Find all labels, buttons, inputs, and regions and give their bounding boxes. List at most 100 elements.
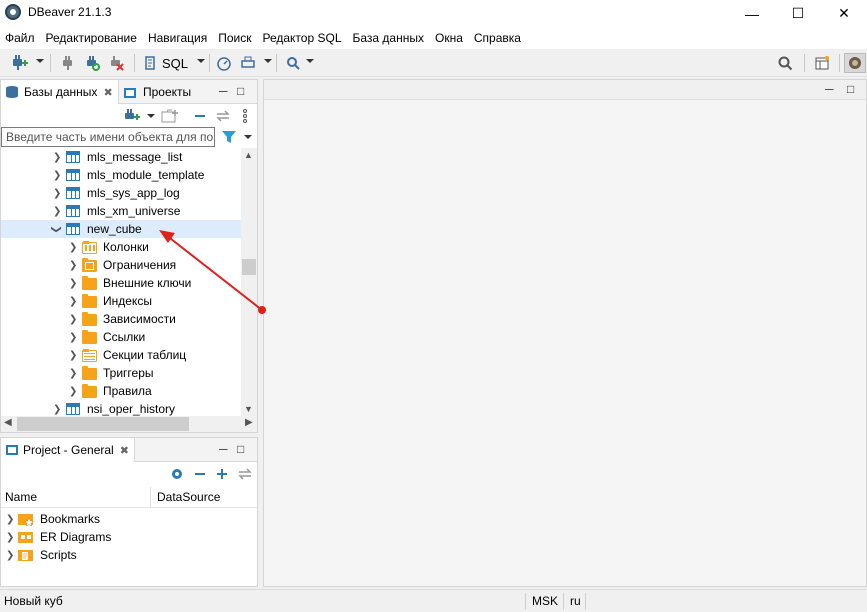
chevron-right-icon[interactable]: ❯ [53,206,61,217]
menu-file[interactable]: Файл [0,27,41,49]
chevron-right-icon[interactable]: ❯ [53,170,61,181]
tree-item-rules[interactable]: ❯ Правила [1,382,241,400]
search-tool-dropdown[interactable] [306,59,314,63]
navigator-tree: ❯ mls_message_list ❯ mls_module_template… [1,148,241,418]
disconnect-button[interactable] [106,53,126,73]
plug-disconnect-icon [111,56,124,71]
scroll-up-icon[interactable]: ▲ [244,150,253,160]
chevron-right-icon[interactable]: ❯ [69,386,77,397]
sql-editor-dropdown[interactable] [197,59,205,63]
global-search-button[interactable] [775,53,795,73]
tree-item-mls-xm-universe[interactable]: ❯ mls_xm_universe [1,202,241,220]
minimize-icon[interactable]: ─ [219,84,228,98]
maximize-icon[interactable]: □ [847,82,854,96]
scroll-down-icon[interactable]: ▼ [244,404,253,414]
chevron-right-icon[interactable]: ❯ [69,332,77,343]
tree-item-mls-module-template[interactable]: ❯ mls_module_template [1,166,241,184]
invalidate-reconnect-button[interactable] [82,53,102,73]
tree-item-indexes[interactable]: ❯ Индексы [1,292,241,310]
tree-item-mls-message-list[interactable]: ❯ mls_message_list [1,148,241,166]
chevron-right-icon[interactable]: ❯ [69,314,77,325]
menu-navigate[interactable]: Навигация [143,27,213,49]
chevron-right-icon[interactable]: ❯ [6,514,14,525]
menu-edit[interactable]: Редактирование [41,27,143,49]
chevron-right-icon[interactable]: ❯ [69,296,77,307]
maximize-icon[interactable]: □ [237,442,244,456]
connect-button[interactable] [58,53,78,73]
transaction-mode-button[interactable] [214,53,234,73]
configure-icon[interactable] [169,466,185,485]
chevron-right-icon[interactable]: ❯ [53,404,61,415]
link-with-editor-icon[interactable] [237,466,253,485]
tree-item-references[interactable]: ❯ Ссылки [1,328,241,346]
link-with-editor-icon[interactable] [215,108,231,127]
column-header-name[interactable]: Name [1,487,151,507]
tree-item-foreign-keys[interactable]: ❯ Внешние ключи [1,274,241,292]
tree-item-triggers[interactable]: ❯ Триггеры [1,364,241,382]
scroll-right-icon[interactable]: ▶ [245,417,253,428]
project-item-scripts[interactable]: ❯ Scripts [1,546,257,564]
tree-item-constraints[interactable]: ❯ Ограничения [1,256,241,274]
chevron-right-icon[interactable]: ❯ [69,260,77,271]
filter-icon[interactable] [221,129,239,148]
chevron-right-icon[interactable]: ❯ [69,242,77,253]
minimize-button[interactable]: — [729,0,775,27]
tree-item-dependencies[interactable]: ❯ Зависимости [1,310,241,328]
close-icon[interactable]: ✖ [103,86,112,99]
tree-item-partitions[interactable]: ❯ Секции таблиц [1,346,241,364]
maximize-icon[interactable]: □ [237,84,244,98]
tree-horizontal-scrollbar[interactable]: ◀ ▶ [1,416,257,432]
new-connection-dropdown-icon[interactable] [147,114,155,118]
chevron-right-icon[interactable]: ❯ [53,188,61,199]
scroll-left-icon[interactable]: ◀ [4,417,12,428]
tab-project-general[interactable]: Project - General ✖ [1,438,135,462]
maximize-button[interactable]: ☐ [775,0,821,27]
collapse-all-icon[interactable] [193,108,207,127]
new-folder-icon[interactable] [161,108,179,127]
sql-editor-button[interactable]: SQL [142,53,190,73]
menu-help[interactable]: Справка [469,27,527,49]
commit-mode-dropdown[interactable] [264,59,272,63]
navigator-filter-input[interactable]: Введите часть имени объекта для пои [1,127,215,147]
menu-database[interactable]: База данных [348,27,430,49]
commit-mode-button[interactable] [238,53,258,73]
new-connection-dropdown[interactable] [36,59,44,63]
new-connection-button[interactable] [8,53,30,73]
view-menu-icon[interactable] [241,108,249,127]
tab-databases[interactable]: Базы данных ✖ [1,80,119,104]
filter-dropdown-icon[interactable] [244,135,252,139]
tree-item-columns[interactable]: ❯ Колонки [1,238,241,256]
dbeaver-perspective-button[interactable] [844,53,866,73]
chevron-right-icon[interactable]: ❯ [6,550,14,561]
menu-search[interactable]: Поиск [213,27,257,49]
search-tool-button[interactable] [283,53,303,73]
chevron-right-icon[interactable]: ❯ [69,368,77,379]
chevron-right-icon[interactable]: ❯ [6,532,14,543]
minimize-icon[interactable]: ─ [825,82,834,96]
menu-window[interactable]: Окна [430,27,469,49]
tree-vertical-scrollbar[interactable]: ▲ ▼ [241,148,257,416]
chevron-down-icon[interactable]: ❯ [51,225,62,233]
tree-item-new-cube[interactable]: ❯ new_cube [1,220,241,238]
tab-projects[interactable]: Проекты [123,80,203,104]
scrollbar-thumb[interactable] [242,259,256,275]
minimize-icon[interactable]: ─ [219,442,228,456]
close-icon[interactable]: ✖ [120,444,129,457]
tab-databases-label: Базы данных [24,85,98,99]
printer-icon [241,56,255,68]
tree-item-mls-sys-app-log[interactable]: ❯ mls_sys_app_log [1,184,241,202]
scrollbar-thumb[interactable] [17,417,189,431]
close-button[interactable]: ✕ [821,0,867,27]
chevron-right-icon[interactable]: ❯ [69,278,77,289]
expand-all-icon[interactable] [215,466,229,485]
chevron-right-icon[interactable]: ❯ [69,350,77,361]
project-item-bookmarks[interactable]: ❯ Bookmarks [1,510,257,528]
menu-sql-editor[interactable]: Редактор SQL [257,27,347,49]
new-connection-icon[interactable] [123,108,141,127]
collapse-all-icon[interactable] [193,466,207,485]
column-header-datasource[interactable]: DataSource [153,487,257,507]
sql-script-icon [145,56,155,70]
project-item-er-diagrams[interactable]: ❯ ER Diagrams [1,528,257,546]
chevron-right-icon[interactable]: ❯ [53,152,61,163]
open-perspective-button[interactable] [812,53,832,73]
